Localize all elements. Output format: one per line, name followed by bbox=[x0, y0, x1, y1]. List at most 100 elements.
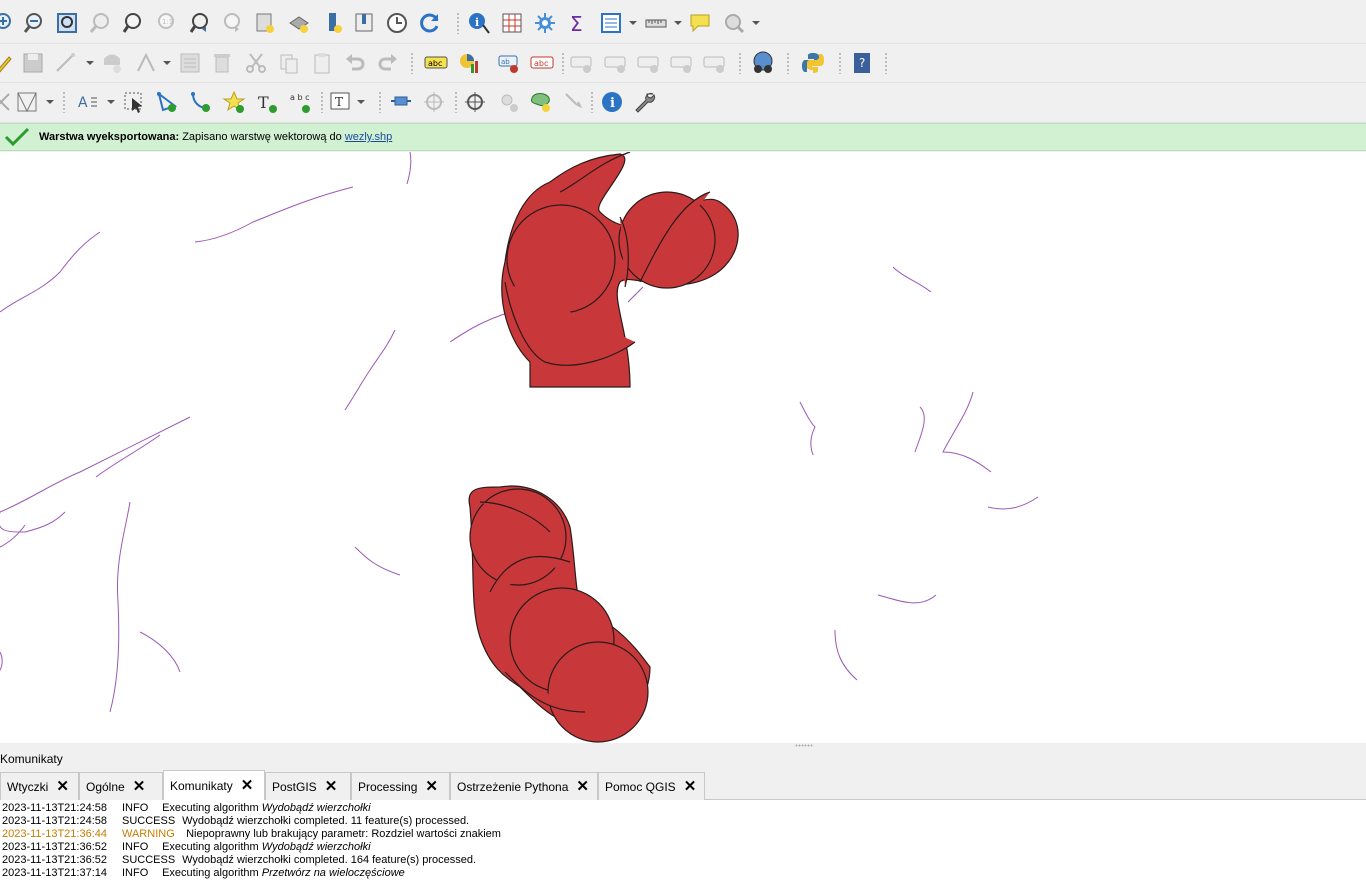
refresh-icon[interactable] bbox=[417, 10, 443, 36]
chevron-down-icon[interactable] bbox=[357, 100, 365, 104]
success-check-icon bbox=[4, 127, 30, 147]
add-point-icon[interactable] bbox=[496, 89, 522, 115]
label-highlight-icon[interactable]: abc bbox=[529, 50, 555, 76]
decorations-icon[interactable] bbox=[321, 10, 347, 36]
select-features-icon[interactable] bbox=[121, 89, 147, 115]
open-attribute-table-icon[interactable] bbox=[598, 10, 624, 36]
close-icon[interactable]: ✕ bbox=[56, 779, 69, 794]
chevron-down-icon[interactable] bbox=[629, 21, 637, 25]
label-rotate-icon[interactable] bbox=[636, 50, 662, 76]
tab-wtyczki[interactable]: Wtyczki ✕ bbox=[0, 772, 79, 800]
svg-text:?: ? bbox=[859, 56, 865, 70]
digitize-shape-icon[interactable] bbox=[14, 89, 40, 115]
add-star-icon[interactable] bbox=[221, 89, 247, 115]
zoom-layer-icon[interactable] bbox=[120, 10, 146, 36]
tab-komunikaty[interactable]: Komunikaty ✕ bbox=[163, 770, 265, 801]
text-tool-icon[interactable]: T bbox=[327, 89, 353, 115]
log-timestamp: 2023-11-13T21:24:58 bbox=[2, 815, 107, 827]
chevron-down-icon[interactable] bbox=[752, 21, 760, 25]
text-annotation-icon[interactable]: T bbox=[254, 89, 280, 115]
vertex-tool-icon[interactable] bbox=[133, 50, 159, 76]
tab-ogolne[interactable]: Ogólne ✕ bbox=[79, 772, 163, 800]
select-by-location-icon[interactable] bbox=[721, 10, 747, 36]
digitize-shape-icon[interactable] bbox=[0, 89, 14, 115]
zoom-last-icon[interactable] bbox=[187, 10, 213, 36]
save-edits-icon[interactable] bbox=[20, 50, 46, 76]
tab-label: Processing bbox=[358, 779, 418, 794]
sum-icon[interactable]: Σ bbox=[565, 10, 591, 36]
annotation-text-icon[interactable]: A bbox=[75, 89, 101, 115]
measure-icon[interactable] bbox=[643, 10, 669, 36]
cut-features-icon[interactable] bbox=[243, 50, 269, 76]
toggle-editing-icon[interactable] bbox=[0, 50, 16, 76]
move-item-icon[interactable] bbox=[388, 89, 414, 115]
show-bookmarks-icon[interactable] bbox=[286, 10, 312, 36]
new-bookmark-icon[interactable] bbox=[252, 10, 278, 36]
abc-label-icon[interactable]: a b c bbox=[287, 89, 313, 115]
chevron-down-icon[interactable] bbox=[107, 100, 115, 104]
map-canvas[interactable] bbox=[0, 151, 1366, 744]
zoom-next-icon[interactable] bbox=[219, 10, 245, 36]
chevron-down-icon[interactable] bbox=[46, 100, 54, 104]
tab-ostrzezenie-pythona[interactable]: Ostrzeżenie Pythona ✕ bbox=[450, 772, 598, 800]
log-message: Executing algorithm bbox=[162, 802, 259, 814]
chevron-down-icon[interactable] bbox=[163, 61, 171, 65]
svg-text:A: A bbox=[78, 95, 88, 111]
zoom-selection-icon[interactable] bbox=[87, 10, 113, 36]
close-icon[interactable]: ✕ bbox=[325, 779, 338, 794]
panel-splitter[interactable] bbox=[0, 743, 1366, 749]
undo-icon[interactable] bbox=[342, 50, 368, 76]
statistics-gear-icon[interactable] bbox=[532, 10, 558, 36]
label-change-icon[interactable] bbox=[669, 50, 695, 76]
zoom-native-icon[interactable]: 1:1 bbox=[153, 10, 179, 36]
info-icon[interactable]: i bbox=[599, 89, 625, 115]
message-link[interactable]: wezly.shp bbox=[345, 131, 392, 143]
tab-pomoc-qgis[interactable]: Pomoc QGIS ✕ bbox=[598, 772, 705, 800]
map-tips-icon[interactable] bbox=[687, 10, 713, 36]
copy-features-icon[interactable] bbox=[276, 50, 302, 76]
tab-label: Komunikaty bbox=[170, 779, 233, 793]
add-polygon-icon[interactable] bbox=[528, 89, 554, 115]
close-icon[interactable]: ✕ bbox=[576, 779, 589, 794]
crosshair-icon[interactable] bbox=[421, 89, 447, 115]
add-feature-icon[interactable] bbox=[99, 50, 125, 76]
coordinate-capture-icon[interactable] bbox=[462, 89, 488, 115]
log-row: 2023-11-13T21:36:52 INFO Executing algori… bbox=[2, 841, 371, 854]
log-timestamp: 2023-11-13T21:36:44 bbox=[2, 828, 107, 840]
add-line-vertex-icon[interactable] bbox=[188, 89, 214, 115]
add-polygon-vertex-icon[interactable] bbox=[154, 89, 180, 115]
identify-icon[interactable]: i bbox=[466, 10, 492, 36]
tab-processing[interactable]: Processing ✕ bbox=[351, 772, 450, 800]
diagram-icon[interactable] bbox=[456, 50, 482, 76]
wrench-icon[interactable] bbox=[632, 89, 658, 115]
label-move-icon[interactable] bbox=[603, 50, 629, 76]
chevron-down-icon[interactable] bbox=[674, 21, 682, 25]
zoom-out-icon[interactable] bbox=[22, 10, 48, 36]
label-pin-icon[interactable]: ab bbox=[496, 50, 522, 76]
log-panel[interactable]: 2023-11-13T21:24:58 INFO Executing algori… bbox=[0, 800, 1366, 882]
attribute-table-icon[interactable] bbox=[499, 10, 525, 36]
tab-postgis[interactable]: PostGIS ✕ bbox=[265, 772, 351, 800]
close-icon[interactable]: ✕ bbox=[425, 779, 438, 794]
label-abc-icon[interactable]: abc bbox=[423, 50, 449, 76]
paste-features-icon[interactable] bbox=[309, 50, 335, 76]
label-unpin-icon[interactable] bbox=[702, 50, 728, 76]
help-icon[interactable]: ? bbox=[849, 50, 875, 76]
spatial-bookmark-icon[interactable] bbox=[351, 10, 377, 36]
georeferencer-icon[interactable] bbox=[750, 50, 776, 76]
python-console-icon[interactable] bbox=[800, 50, 826, 76]
close-icon[interactable]: ✕ bbox=[133, 779, 146, 794]
digitize-icon[interactable] bbox=[53, 50, 79, 76]
delete-selected-icon[interactable] bbox=[209, 50, 235, 76]
zoom-full-icon[interactable] bbox=[54, 10, 80, 36]
temporal-controller-icon[interactable] bbox=[384, 10, 410, 36]
splitter-grip[interactable] bbox=[795, 744, 813, 747]
close-icon[interactable]: ✕ bbox=[241, 778, 254, 793]
label-show-hide-icon[interactable] bbox=[569, 50, 595, 76]
chevron-down-icon[interactable] bbox=[86, 61, 94, 65]
close-icon[interactable]: ✕ bbox=[684, 779, 697, 794]
redo-icon[interactable] bbox=[375, 50, 401, 76]
modify-attributes-icon[interactable] bbox=[177, 50, 203, 76]
pan-icon[interactable] bbox=[561, 89, 587, 115]
zoom-in-icon[interactable] bbox=[0, 10, 18, 36]
